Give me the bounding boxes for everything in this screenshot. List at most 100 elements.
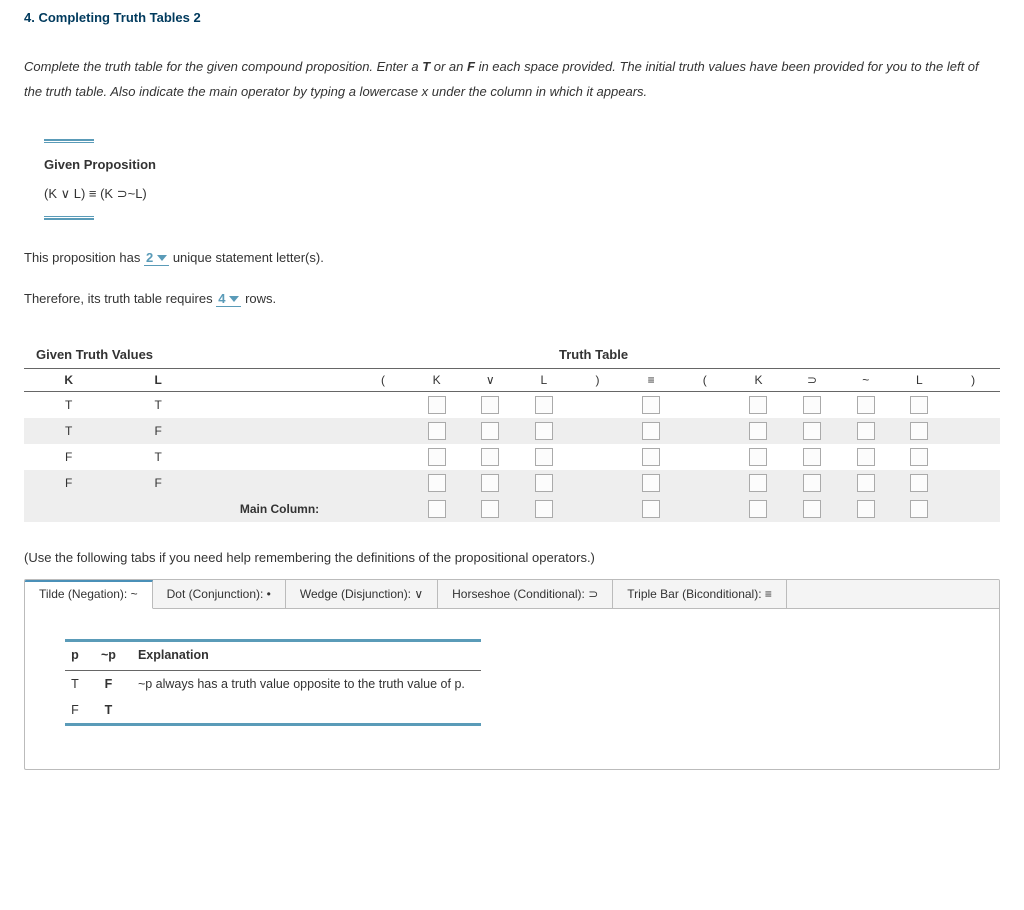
instr-seg: Complete the truth table for the given c… (24, 59, 422, 74)
col-horseshoe: ⊃ (785, 369, 839, 392)
main-column-input[interactable] (428, 500, 446, 518)
tab-content: p ~p Explanation T F ~p always has a tru… (25, 609, 999, 769)
table-row: F F (24, 470, 1000, 496)
cell-L: T (113, 392, 202, 418)
col-p: p (65, 642, 95, 671)
tab-dot[interactable]: Dot (Conjunction): • (153, 580, 286, 608)
truth-cell-input[interactable] (803, 422, 821, 440)
truth-cell-input[interactable] (749, 396, 767, 414)
tab-wedge[interactable]: Wedge (Disjunction): ∨ (286, 580, 438, 608)
stmt-text: This proposition has (24, 250, 144, 265)
col-L3: L (893, 369, 947, 392)
truth-cell-input[interactable] (481, 474, 499, 492)
col-L: L (113, 369, 202, 392)
decor-bar (44, 216, 94, 217)
col-L2: L (517, 369, 571, 392)
main-column-row: Main Column: (24, 496, 1000, 522)
cell-K: T (24, 392, 113, 418)
given-proposition-label: Given Proposition (44, 157, 1000, 172)
main-column-input[interactable] (642, 500, 660, 518)
truth-cell-input[interactable] (481, 448, 499, 466)
truth-cell-input[interactable] (428, 448, 446, 466)
truth-cell-input[interactable] (910, 474, 928, 492)
truth-cell-input[interactable] (535, 422, 553, 440)
main-column-label: Main Column: (203, 496, 356, 522)
given-proposition-block: Given Proposition (K ∨ L) ≡ (K ⊃~L) (44, 139, 1000, 220)
truth-cell-input[interactable] (857, 448, 875, 466)
cell-p: T (65, 670, 95, 697)
table-row: T F (24, 418, 1000, 444)
instr-T: T (422, 59, 430, 74)
main-column-input[interactable] (910, 500, 928, 518)
unique-letters-dropdown[interactable]: 2 (144, 250, 169, 266)
main-column-input[interactable] (857, 500, 875, 518)
col-K: K (24, 369, 113, 392)
truth-cell-input[interactable] (428, 422, 446, 440)
statement-letters-line: This proposition has 2 unique statement … (24, 250, 1000, 266)
col-explanation: Explanation (132, 642, 481, 671)
dropdown-value: 4 (218, 291, 225, 306)
truth-cell-input[interactable] (642, 474, 660, 492)
stmt-text: Therefore, its truth table requires (24, 291, 216, 306)
truth-cell-input[interactable] (803, 448, 821, 466)
cell-np: T (95, 697, 132, 723)
truth-cell-input[interactable] (803, 396, 821, 414)
main-column-input[interactable] (535, 500, 553, 518)
truth-cell-input[interactable] (857, 474, 875, 492)
tab-triplebar[interactable]: Triple Bar (Biconditional): ≡ (613, 580, 787, 608)
truth-cell-input[interactable] (535, 448, 553, 466)
truth-cell-input[interactable] (910, 396, 928, 414)
truth-cell-input[interactable] (535, 474, 553, 492)
cell-K: F (24, 470, 113, 496)
col-equiv: ≡ (624, 369, 678, 392)
truth-table-heading: Truth Table (304, 347, 628, 362)
decor-bar (44, 139, 94, 141)
negation-table: p ~p Explanation T F ~p always has a tru… (65, 642, 481, 723)
tab-tilde[interactable]: Tilde (Negation): ~ (25, 580, 153, 609)
col-K2: K (410, 369, 464, 392)
tab-horseshoe[interactable]: Horseshoe (Conditional): ⊃ (438, 580, 613, 608)
instructions: Complete the truth table for the given c… (24, 55, 1000, 104)
col-lparen2: ( (678, 369, 732, 392)
operators-tabs-container: Tilde (Negation): ~ Dot (Conjunction): •… (24, 579, 1000, 770)
truth-cell-input[interactable] (428, 396, 446, 414)
truth-table: K L ( K ∨ L ) ≡ ( K ⊃ ~ L ) T T (24, 368, 1000, 522)
truth-cell-input[interactable] (749, 474, 767, 492)
col-neg: ~ (839, 369, 893, 392)
main-column-input[interactable] (749, 500, 767, 518)
col-rparen: ) (571, 369, 625, 392)
main-column-input[interactable] (803, 500, 821, 518)
main-column-input[interactable] (481, 500, 499, 518)
stmt-text: rows. (245, 291, 276, 306)
rows-dropdown[interactable]: 4 (216, 291, 241, 307)
truth-cell-input[interactable] (803, 474, 821, 492)
truth-cell-input[interactable] (857, 422, 875, 440)
cell-p: F (65, 697, 95, 723)
truth-cell-input[interactable] (857, 396, 875, 414)
table-row: F T (24, 444, 1000, 470)
cell-explanation: ~p always has a truth value opposite to … (132, 670, 481, 697)
truth-cell-input[interactable] (481, 396, 499, 414)
truth-cell-input[interactable] (642, 422, 660, 440)
cell-K: F (24, 444, 113, 470)
question-title: 4. Completing Truth Tables 2 (24, 10, 1000, 25)
truth-cell-input[interactable] (910, 422, 928, 440)
decor-bar (65, 723, 481, 726)
rows-required-line: Therefore, its truth table requires 4 ro… (24, 291, 1000, 307)
dropdown-value: 2 (146, 250, 153, 265)
table-header-row: K L ( K ∨ L ) ≡ ( K ⊃ ~ L ) (24, 369, 1000, 392)
truth-cell-input[interactable] (910, 448, 928, 466)
instr-seg: or an (430, 59, 467, 74)
truth-cell-input[interactable] (535, 396, 553, 414)
truth-cell-input[interactable] (481, 422, 499, 440)
instr-F: F (467, 59, 475, 74)
truth-cell-input[interactable] (749, 448, 767, 466)
truth-cell-input[interactable] (642, 448, 660, 466)
truth-cell-input[interactable] (428, 474, 446, 492)
truth-cell-input[interactable] (642, 396, 660, 414)
col-or: ∨ (463, 369, 517, 392)
cell-np: F (95, 670, 132, 697)
truth-cell-input[interactable] (749, 422, 767, 440)
col-K3: K (732, 369, 786, 392)
chevron-down-icon (157, 255, 167, 261)
